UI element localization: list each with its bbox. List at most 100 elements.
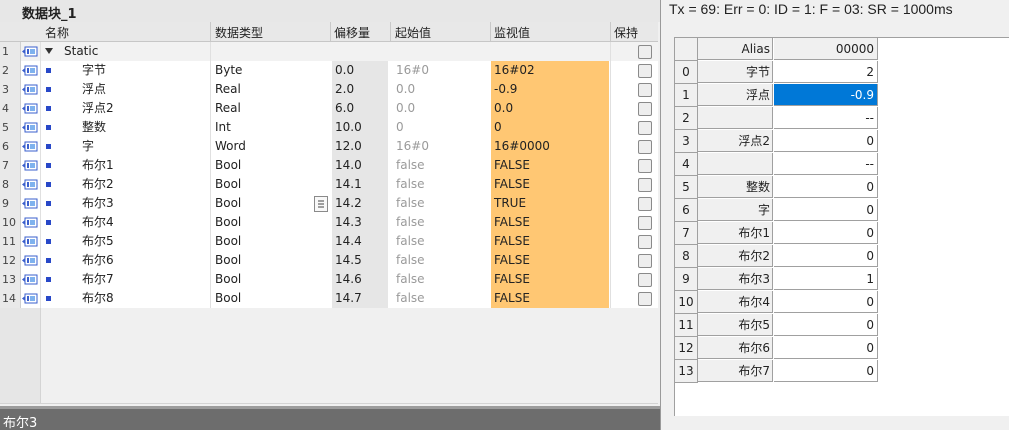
- monitor-row-alias[interactable]: 布尔7: [698, 360, 773, 382]
- row-type[interactable]: Bool: [215, 156, 241, 175]
- retain-checkbox[interactable]: [638, 197, 652, 211]
- monitor-row-value[interactable]: 0: [774, 291, 878, 313]
- row-start-value[interactable]: false: [396, 213, 425, 232]
- retain-checkbox[interactable]: [638, 64, 652, 78]
- expand-triangle-icon[interactable]: [45, 48, 53, 54]
- monitor-row[interactable]: 7 布尔1 0: [675, 222, 1009, 245]
- monitor-row[interactable]: 10 布尔4 0: [675, 291, 1009, 314]
- row-name[interactable]: 布尔1: [82, 156, 114, 175]
- row-name[interactable]: 整数: [82, 118, 106, 137]
- monitor-row-alias[interactable]: 布尔1: [698, 222, 773, 244]
- monitor-row[interactable]: 6字0: [675, 199, 1009, 222]
- monitor-row[interactable]: 9 布尔3 1: [675, 268, 1009, 291]
- row-type[interactable]: Real: [215, 80, 241, 99]
- empty-row[interactable]: [0, 327, 658, 347]
- monitor-row-value[interactable]: 0: [774, 337, 878, 359]
- retain-checkbox[interactable]: [638, 102, 652, 116]
- empty-row[interactable]: [0, 346, 658, 366]
- retain-checkbox[interactable]: [638, 178, 652, 192]
- row-start-value[interactable]: 0.0: [396, 99, 415, 118]
- row-start-value[interactable]: false: [396, 194, 425, 213]
- table-row[interactable]: 7 布尔1 Bool 14.0 false FALSE: [0, 156, 658, 176]
- row-start-value[interactable]: 16#0: [396, 137, 429, 156]
- monitor-row-value[interactable]: 2: [774, 61, 878, 83]
- monitor-row-alias[interactable]: [698, 107, 773, 129]
- table-row[interactable]: 1 Static: [0, 42, 658, 62]
- header-offset[interactable]: 偏移量: [334, 24, 370, 41]
- retain-checkbox[interactable]: [638, 140, 652, 154]
- empty-row[interactable]: [0, 365, 658, 385]
- row-start-value[interactable]: false: [396, 270, 425, 289]
- retain-checkbox[interactable]: [638, 292, 652, 306]
- row-name[interactable]: 字: [82, 137, 94, 156]
- retain-checkbox[interactable]: [638, 254, 652, 268]
- monitor-row-alias[interactable]: [698, 153, 773, 175]
- row-type[interactable]: Bool: [215, 213, 241, 232]
- monitor-row-value[interactable]: 0: [774, 199, 878, 221]
- monitor-row-value[interactable]: 1: [774, 268, 878, 290]
- row-type[interactable]: Bool: [215, 194, 241, 213]
- monitor-row[interactable]: 3 浮点2 0: [675, 130, 1009, 153]
- grid-header-alias[interactable]: Alias: [698, 38, 773, 60]
- retain-checkbox[interactable]: [638, 121, 652, 135]
- monitor-row-alias[interactable]: 布尔4: [698, 291, 773, 313]
- row-name[interactable]: 字节: [82, 61, 106, 80]
- monitor-row[interactable]: 13 布尔7 0: [675, 360, 1009, 383]
- row-type[interactable]: Int: [215, 118, 231, 137]
- monitor-row-value[interactable]: 0: [774, 130, 878, 152]
- row-name[interactable]: 布尔8: [82, 289, 114, 308]
- monitor-row-alias[interactable]: 浮点2: [698, 130, 773, 152]
- monitor-row[interactable]: 0 字节 2: [675, 61, 1009, 84]
- row-start-value[interactable]: false: [396, 232, 425, 251]
- table-row[interactable]: 6 字 Word 12.0 16#0 16#0000: [0, 137, 658, 157]
- table-row[interactable]: 9 布尔3 Bool 14.2 false TRUE: [0, 194, 658, 214]
- grid-header-value[interactable]: 00000: [774, 38, 878, 60]
- monitor-row-value[interactable]: 0: [774, 176, 878, 198]
- monitor-row-alias[interactable]: 浮点: [698, 84, 773, 106]
- monitor-row[interactable]: 5 整数 0: [675, 176, 1009, 199]
- monitor-row-alias[interactable]: 布尔2: [698, 245, 773, 267]
- monitor-row[interactable]: 12 布尔6 0: [675, 337, 1009, 360]
- monitor-row-alias[interactable]: 字节: [698, 61, 773, 83]
- header-start-value[interactable]: 起始值: [395, 24, 431, 41]
- cell-menu-icon[interactable]: [314, 196, 328, 212]
- monitor-row[interactable]: 8 布尔2 0: [675, 245, 1009, 268]
- row-start-value[interactable]: 0: [396, 118, 404, 137]
- header-monitor-value[interactable]: 监视值: [494, 24, 530, 41]
- table-row[interactable]: 3 浮点 Real 2.0 0.0 -0.9: [0, 80, 658, 100]
- row-name[interactable]: 浮点: [82, 80, 106, 99]
- row-name[interactable]: 布尔2: [82, 175, 114, 194]
- monitor-row[interactable]: 2 --: [675, 107, 1009, 130]
- row-name[interactable]: 布尔7: [82, 270, 114, 289]
- retain-checkbox[interactable]: [638, 45, 652, 59]
- row-type[interactable]: Byte: [215, 61, 242, 80]
- monitor-row-alias[interactable]: 布尔6: [698, 337, 773, 359]
- table-row[interactable]: 4 浮点2 Real 6.0 0.0 0.0: [0, 99, 658, 119]
- table-row[interactable]: 13 布尔7 Bool 14.6 false FALSE: [0, 270, 658, 290]
- row-start-value[interactable]: 16#0: [396, 61, 429, 80]
- monitor-row-value[interactable]: -0.9: [774, 84, 878, 106]
- monitor-row-value[interactable]: --: [774, 107, 878, 129]
- empty-row[interactable]: [0, 384, 658, 404]
- table-row[interactable]: 5 整数 Int 10.0 0 0: [0, 118, 658, 138]
- header-retain[interactable]: 保持: [614, 24, 638, 41]
- row-start-value[interactable]: false: [396, 175, 425, 194]
- retain-checkbox[interactable]: [638, 83, 652, 97]
- retain-checkbox[interactable]: [638, 273, 652, 287]
- row-type[interactable]: Bool: [215, 232, 241, 251]
- header-name[interactable]: 名称: [45, 24, 69, 41]
- row-start-value[interactable]: 0.0: [396, 80, 415, 99]
- table-row[interactable]: 14 布尔8 Bool 14.7 false FALSE: [0, 289, 658, 309]
- monitor-row-value[interactable]: 0: [774, 360, 878, 382]
- monitor-row-alias[interactable]: 布尔5: [698, 314, 773, 336]
- monitor-row[interactable]: 11 布尔5 0: [675, 314, 1009, 337]
- row-type[interactable]: Bool: [215, 251, 241, 270]
- row-type[interactable]: Bool: [215, 270, 241, 289]
- table-row[interactable]: 8 布尔2 Bool 14.1 false FALSE: [0, 175, 658, 195]
- monitor-row[interactable]: 1 浮点 -0.9: [675, 84, 1009, 107]
- monitor-row-alias[interactable]: 字: [698, 199, 773, 221]
- row-start-value[interactable]: false: [396, 289, 425, 308]
- row-name[interactable]: 布尔4: [82, 213, 114, 232]
- monitor-row-value[interactable]: 0: [774, 245, 878, 267]
- row-start-value[interactable]: false: [396, 251, 425, 270]
